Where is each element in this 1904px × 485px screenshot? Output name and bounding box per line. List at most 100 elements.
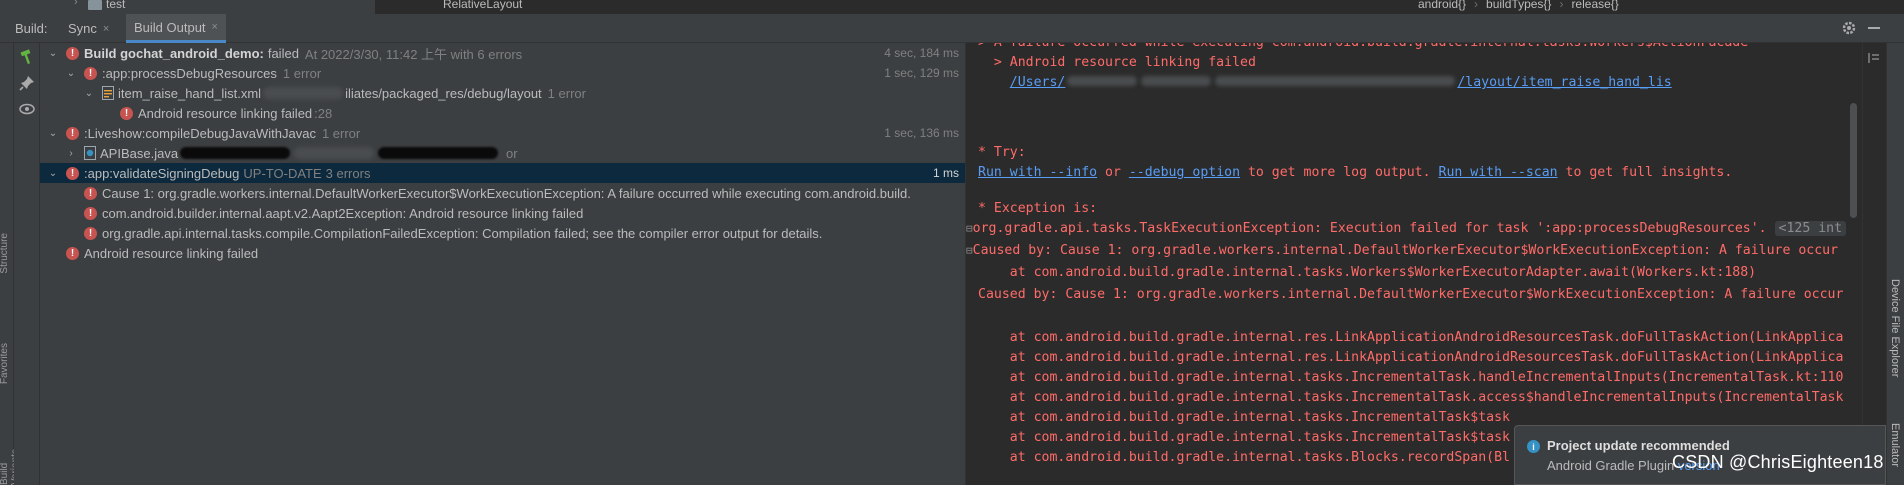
chevron-down-icon[interactable]: ⌄ bbox=[46, 128, 60, 139]
folder-icon bbox=[88, 0, 102, 10]
chevron-down-icon[interactable]: ⌄ bbox=[64, 68, 78, 79]
console-line: at com.android.build.gradle.internal.tas… bbox=[978, 450, 1510, 465]
tree-row-xml-error[interactable]: ! Android resource linking failed :28 bbox=[40, 103, 965, 123]
scrollbar-thumb[interactable] bbox=[1850, 103, 1857, 218]
tree-row-cause[interactable]: ! com.android.builder.internal.aapt.v2.A… bbox=[40, 203, 965, 223]
build-meta: At 2022/3/30, 11:42 上午 with 6 errors bbox=[304, 46, 523, 62]
error-icon: ! bbox=[66, 246, 79, 260]
xml-file-icon bbox=[102, 86, 114, 100]
tree-row-final-error[interactable]: ! Android resource linking failed bbox=[40, 243, 965, 263]
breadcrumb-item[interactable]: release{} bbox=[1571, 0, 1618, 11]
build-toolbar bbox=[14, 43, 40, 485]
error-icon: ! bbox=[84, 66, 97, 80]
task-duration: 1 ms bbox=[932, 166, 959, 180]
run-with-scan-link[interactable]: Run with --scan bbox=[1439, 165, 1558, 180]
breadcrumb-item[interactable]: buildTypes{} bbox=[1486, 0, 1551, 11]
tree-row-xml-file[interactable]: ⌄ item_raise_hand_list.xml iliates/packa… bbox=[40, 83, 965, 103]
console-text: to get more log output. bbox=[1240, 165, 1439, 180]
notification-text: Android Gradle Plugin bbox=[1547, 458, 1675, 473]
task-label: :Liveshow:compileDebugJavaWithJavac bbox=[84, 125, 316, 141]
tab-label: Sync bbox=[68, 21, 97, 36]
component-tree-item[interactable]: RelativeLayout bbox=[443, 0, 522, 11]
console-text: Caused by: Cause 1: org.gradle.workers.i… bbox=[972, 243, 1839, 258]
chevron-right-icon[interactable]: › bbox=[64, 148, 78, 159]
editor-top-strip: › test RelativeLayout android{} › buildT… bbox=[0, 0, 1904, 14]
build-console[interactable]: > A failure occurred while executing com… bbox=[966, 43, 1846, 485]
redacted-path bbox=[294, 147, 375, 159]
tree-row-cause[interactable]: ! Cause 1: org.gradle.workers.internal.D… bbox=[40, 183, 965, 203]
tree-row-validate-signing[interactable]: ⌄ ! :app:validateSigningDebug UP-TO-DATE… bbox=[40, 163, 965, 183]
breadcrumb-item[interactable]: android{} bbox=[1418, 0, 1466, 11]
task-duration: 1 sec, 136 ms bbox=[884, 126, 959, 140]
tree-row-build-root[interactable]: ⌄ ! Build gochat_android_demo: failed At… bbox=[40, 43, 965, 63]
task-status: UP-TO-DATE bbox=[243, 165, 322, 181]
tree-row-java-file[interactable]: › APIBase.java or bbox=[40, 143, 965, 163]
eye-icon[interactable] bbox=[19, 101, 35, 117]
pin-icon[interactable] bbox=[19, 75, 35, 91]
error-icon: ! bbox=[84, 186, 97, 200]
build-status: failed bbox=[267, 45, 299, 61]
chevron-down-icon[interactable]: ⌄ bbox=[46, 48, 60, 59]
console-text: or bbox=[1097, 165, 1129, 180]
build-root-label: Build gochat_android_demo: bbox=[84, 45, 264, 61]
info-icon: i bbox=[1527, 440, 1540, 453]
run-with-info-link[interactable]: Run with --info bbox=[978, 165, 1097, 180]
console-line: at com.android.build.gradle.internal.tas… bbox=[978, 370, 1844, 385]
stripe-structure[interactable]: Structure bbox=[0, 233, 10, 274]
task-duration: 1 sec, 129 ms bbox=[884, 66, 959, 80]
error-icon: ! bbox=[66, 166, 79, 180]
file-path-link[interactable]: /Users/ bbox=[1010, 75, 1066, 90]
debug-option-link[interactable]: --debug option bbox=[1129, 165, 1240, 180]
error-icon: ! bbox=[66, 126, 79, 140]
redacted-path bbox=[1067, 76, 1138, 86]
task-label: :app:processDebugResources bbox=[102, 65, 277, 81]
task-error-count: 1 error bbox=[321, 125, 361, 141]
redacted-path bbox=[263, 87, 344, 99]
chevron-right-icon[interactable]: › bbox=[74, 0, 78, 8]
hide-icon[interactable] bbox=[1868, 27, 1880, 29]
cause-label: com.android.builder.internal.aapt.v2.Aap… bbox=[102, 205, 584, 221]
console-line: at com.android.build.gradle.internal.tas… bbox=[978, 430, 1510, 445]
fold-icon[interactable]: ⊟ bbox=[966, 222, 973, 235]
tree-row-compile-java[interactable]: ⌄ ! :Liveshow:compileDebugJavaWithJavac … bbox=[40, 123, 965, 143]
tab-build-output[interactable]: Build Output × bbox=[126, 14, 226, 43]
cause-label: Cause 1: org.gradle.workers.internal.Def… bbox=[102, 185, 911, 201]
console-line: > A failure occurred while executing com… bbox=[978, 43, 1748, 53]
right-tool-stripe: Device File Explorer Emulator bbox=[1886, 43, 1904, 485]
redacted-path bbox=[1215, 76, 1456, 86]
tree-row-process-resources[interactable]: ⌄ ! :app:processDebugResources 1 error 1… bbox=[40, 63, 965, 83]
cause-label: org.gradle.api.internal.tasks.compile.Co… bbox=[102, 225, 823, 241]
error-icon: ! bbox=[84, 206, 97, 220]
tab-sync[interactable]: Sync × bbox=[60, 14, 117, 43]
file-path-link[interactable]: /layout/item_raise_hand_lis bbox=[1457, 75, 1671, 90]
close-icon[interactable]: × bbox=[103, 23, 109, 35]
file-error-count: 1 error bbox=[547, 85, 586, 101]
chevron-down-icon[interactable]: ⌄ bbox=[82, 88, 96, 99]
tree-item-test[interactable]: test bbox=[106, 0, 125, 11]
soft-wrap-icon[interactable] bbox=[1867, 51, 1881, 65]
stripe-favorites[interactable]: Favorites bbox=[0, 343, 10, 384]
console-line: Caused by: Cause 1: org.gradle.workers.i… bbox=[978, 287, 1844, 302]
tree-row-cause[interactable]: ! org.gradle.api.internal.tasks.compile.… bbox=[40, 223, 965, 243]
collapsed-lines-badge[interactable]: <125 int bbox=[1774, 221, 1846, 236]
close-icon[interactable]: × bbox=[212, 21, 218, 33]
console-text: to get full insights. bbox=[1557, 165, 1733, 180]
build-tree: ⌄ ! Build gochat_android_demo: failed At… bbox=[40, 43, 965, 485]
gear-icon[interactable] bbox=[1840, 19, 1858, 37]
hammer-icon[interactable] bbox=[19, 49, 35, 65]
redacted-path bbox=[180, 147, 291, 159]
project-tree-remnant: › test bbox=[0, 0, 375, 14]
stripe-emulator[interactable]: Emulator bbox=[1889, 423, 1901, 467]
error-line: :28 bbox=[314, 105, 333, 121]
file-label: APIBase.java bbox=[100, 145, 179, 161]
fold-icon[interactable]: ⊟ bbox=[966, 244, 973, 257]
console-scrollbar[interactable] bbox=[1846, 43, 1862, 485]
console-line: at com.android.build.gradle.internal.res… bbox=[978, 350, 1844, 365]
console-line: > Android resource linking failed bbox=[978, 55, 1256, 70]
stripe-device-file-explorer[interactable]: Device File Explorer bbox=[1889, 279, 1901, 377]
chevron-down-icon[interactable]: ⌄ bbox=[46, 168, 60, 179]
breadcrumb-separator: › bbox=[1559, 0, 1564, 11]
console-line: at com.android.build.gradle.internal.tas… bbox=[978, 265, 1757, 280]
console-line-hints: Run with --info or --debug option to get… bbox=[978, 163, 1732, 183]
console-line-caused-by: ⊟Caused by: Cause 1: org.gradle.workers.… bbox=[966, 241, 1838, 261]
